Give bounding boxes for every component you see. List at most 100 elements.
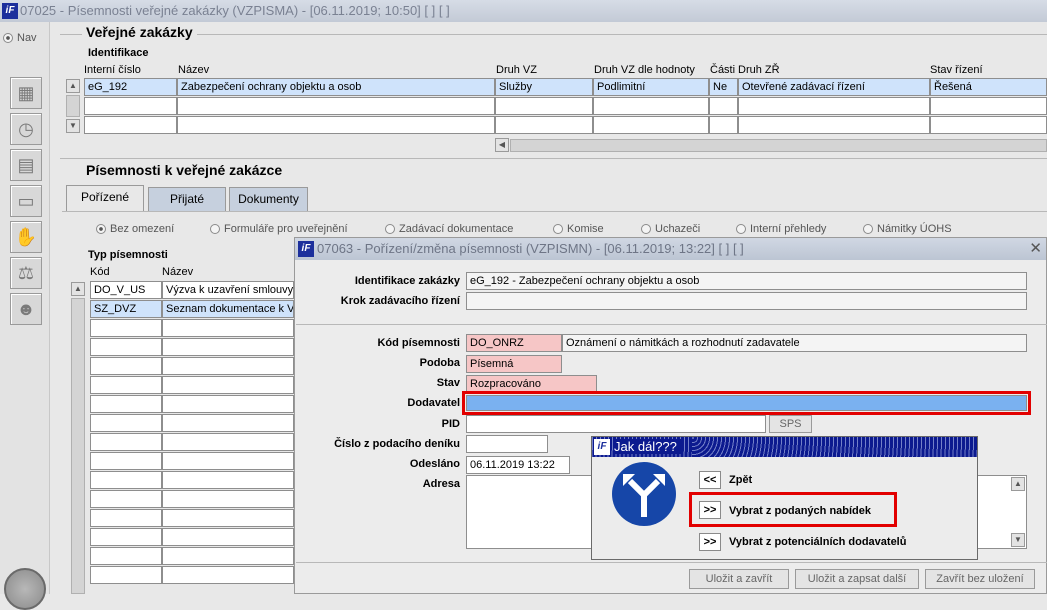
- toolbar-hand-button[interactable]: ✋: [10, 221, 42, 253]
- table-cell[interactable]: Zabezpečení ochrany objektu a osob: [177, 78, 495, 96]
- list-cell[interactable]: [90, 395, 162, 413]
- sps-button[interactable]: SPS: [769, 415, 812, 433]
- list-cell[interactable]: [162, 357, 294, 375]
- filter-radio[interactable]: Bez omezení: [96, 223, 174, 235]
- table-cell[interactable]: [177, 116, 495, 134]
- list-cell[interactable]: [90, 547, 162, 565]
- save-close-button[interactable]: Uložit a zavřít: [689, 569, 789, 589]
- vertical-scrollbar-track[interactable]: [71, 298, 85, 594]
- list-cell[interactable]: [90, 490, 162, 508]
- list-cell[interactable]: [162, 490, 294, 508]
- table-cell[interactable]: [593, 116, 709, 134]
- list-cell[interactable]: [162, 528, 294, 546]
- select-suppliers-button[interactable]: >>: [699, 533, 721, 551]
- cislo-field[interactable]: [466, 435, 548, 453]
- scroll-left-icon[interactable]: ◀: [495, 138, 509, 152]
- list-cell[interactable]: [90, 528, 162, 546]
- filter-radio[interactable]: Formuláře pro uveřejnění: [210, 223, 348, 235]
- table-cell[interactable]: [930, 97, 1047, 115]
- list-cell[interactable]: [90, 433, 162, 451]
- list-cell[interactable]: [162, 395, 294, 413]
- table-cell[interactable]: [930, 116, 1047, 134]
- table-cell[interactable]: [709, 116, 738, 134]
- tab-prijate[interactable]: Přijaté: [148, 187, 226, 211]
- filter-radio[interactable]: Námitky ÚOHS: [863, 223, 952, 235]
- list-cell[interactable]: [90, 509, 162, 527]
- back-button[interactable]: <<: [699, 471, 721, 489]
- identifikace-field[interactable]: eG_192 - Zabezpečení ochrany objektu a o…: [466, 272, 1027, 290]
- table-cell[interactable]: Řešená: [930, 78, 1047, 96]
- list-cell[interactable]: [90, 414, 162, 432]
- round-button[interactable]: [4, 568, 46, 610]
- filter-radio[interactable]: Zadávací dokumentace: [385, 223, 513, 235]
- table-cell[interactable]: [84, 97, 177, 115]
- scroll-up-icon[interactable]: ▲: [71, 282, 85, 296]
- list-cell[interactable]: [162, 547, 294, 565]
- table-cell[interactable]: [495, 97, 593, 115]
- horizontal-scrollbar-track[interactable]: [510, 139, 1047, 152]
- filter-radio[interactable]: Uchazeči: [641, 223, 700, 235]
- save-next-button[interactable]: Uložit a zapsat další: [795, 569, 919, 589]
- kod-nazev-field[interactable]: Oznámení o námitkách a rozhodnutí zadava…: [562, 334, 1027, 352]
- filter-radio[interactable]: Komise: [553, 223, 604, 235]
- list-cell[interactable]: [90, 357, 162, 375]
- table-cell[interactable]: eG_192: [84, 78, 177, 96]
- list-cell[interactable]: [90, 338, 162, 356]
- tab-dokumenty[interactable]: Dokumenty: [229, 187, 308, 211]
- krok-field[interactable]: [466, 292, 1027, 310]
- list-cell[interactable]: [162, 566, 294, 584]
- toolbar-computer-button[interactable]: ▦: [10, 77, 42, 109]
- list-cell[interactable]: [90, 376, 162, 394]
- table-cell[interactable]: [709, 97, 738, 115]
- scroll-down-icon[interactable]: ▼: [66, 119, 80, 133]
- list-cell[interactable]: [162, 414, 294, 432]
- tab-porizene[interactable]: Pořízené: [66, 185, 144, 211]
- table-cell[interactable]: [593, 97, 709, 115]
- table-cell[interactable]: [495, 116, 593, 134]
- list-cell[interactable]: [162, 509, 294, 527]
- podoba-field[interactable]: Písemná: [466, 355, 562, 373]
- list-cell-nazev[interactable]: Seznam dokumentace k VZ: [162, 300, 294, 318]
- list-cell[interactable]: [90, 319, 162, 337]
- pid-field[interactable]: [466, 415, 766, 433]
- list-cell[interactable]: [162, 338, 294, 356]
- vertical-scrollbar-track[interactable]: [66, 95, 80, 117]
- list-cell[interactable]: [162, 433, 294, 451]
- close-icon[interactable]: ✕: [1029, 238, 1042, 260]
- table-cell[interactable]: [738, 97, 930, 115]
- list-cell[interactable]: [162, 471, 294, 489]
- table-cell[interactable]: Ne: [709, 78, 738, 96]
- toolbar-briefcase-button[interactable]: ▭: [10, 185, 42, 217]
- list-cell[interactable]: [162, 319, 294, 337]
- scroll-up-icon[interactable]: ▲: [1011, 477, 1025, 491]
- kod-field[interactable]: DO_ONRZ: [466, 334, 562, 352]
- toolbar-document-button[interactable]: ▤: [10, 149, 42, 181]
- list-cell[interactable]: [162, 452, 294, 470]
- list-cell[interactable]: [90, 566, 162, 584]
- table-cell[interactable]: [738, 116, 930, 134]
- toolbar-person-button[interactable]: ☻: [10, 293, 42, 325]
- odeslano-field[interactable]: 06.11.2019 13:22: [466, 456, 570, 474]
- close-without-save-button[interactable]: Zavřít bez uložení: [925, 569, 1035, 589]
- popup-titlebar: iF Jak dál???: [592, 437, 977, 457]
- filter-radio[interactable]: Interní přehledy: [736, 223, 826, 235]
- list-cell-kod[interactable]: DO_V_US: [90, 281, 162, 299]
- table-cell[interactable]: [84, 116, 177, 134]
- nav-radio[interactable]: Nav: [3, 32, 37, 44]
- table-cell[interactable]: [177, 97, 495, 115]
- scroll-down-icon[interactable]: ▼: [1011, 533, 1025, 547]
- dodavatel-field[interactable]: [466, 395, 1027, 411]
- scroll-up-icon[interactable]: ▲: [66, 79, 80, 93]
- table-cell[interactable]: Otevřené zadávací řízení: [738, 78, 930, 96]
- list-cell[interactable]: [90, 452, 162, 470]
- list-cell[interactable]: [162, 376, 294, 394]
- radio-dot-icon: [385, 224, 395, 234]
- list-cell-nazev[interactable]: Výzva k uzavření smlouvy: [162, 281, 294, 299]
- list-cell[interactable]: [90, 471, 162, 489]
- list-cell-kod[interactable]: SZ_DVZ: [90, 300, 162, 318]
- table-cell[interactable]: Služby: [495, 78, 593, 96]
- select-offers-button[interactable]: >>: [699, 501, 721, 519]
- toolbar-clock-button[interactable]: ◷: [10, 113, 42, 145]
- toolbar-scales-button[interactable]: ⚖: [10, 257, 42, 289]
- table-cell[interactable]: Podlimitní: [593, 78, 709, 96]
